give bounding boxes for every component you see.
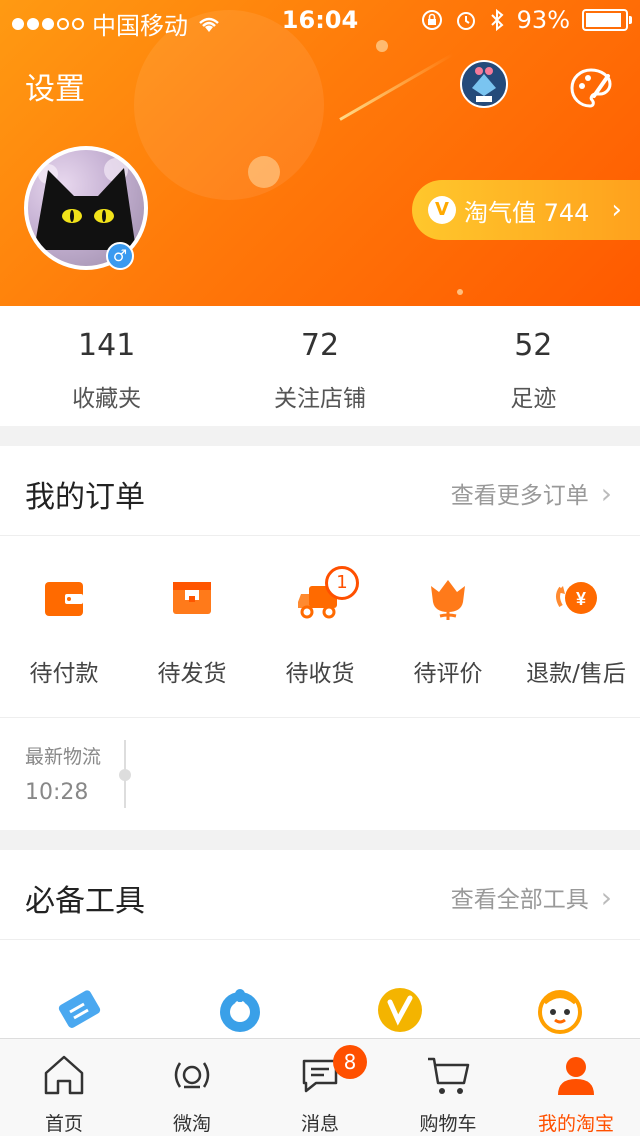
order-label: 待发货 (157, 661, 227, 687)
view-all-label: 查看全部工具 (450, 887, 589, 913)
taoqi-v-icon[interactable] (374, 984, 426, 1036)
view-more-label: 查看更多订单 (450, 483, 589, 509)
tab-label: 首页 (44, 1113, 83, 1135)
tab-my-taobao[interactable]: 我的淘宝 (512, 1039, 640, 1136)
tools-row (0, 940, 640, 1036)
profile-header: 中国移动 16:04 93% 设置 ♂ V 淘气值 744 › (0, 0, 640, 306)
status-bar: 中国移动 16:04 93% (0, 0, 640, 40)
taoqi-value-button[interactable]: V 淘气值 744 › (412, 180, 640, 240)
tab-bar: 首页 微淘 消息 购物车 我的淘宝 (0, 1038, 640, 1136)
view-more-orders-link[interactable]: 查看更多订单 › (451, 476, 612, 510)
decor-line (339, 53, 454, 121)
rotation-lock-icon (421, 10, 442, 30)
order-pending-shipment[interactable]: 待发货 (128, 536, 256, 717)
settings-button[interactable]: 设置 (25, 64, 85, 108)
tab-label: 我的淘宝 (537, 1113, 614, 1135)
tab-home[interactable]: 首页 (0, 1039, 128, 1136)
timeline-dot (119, 769, 131, 781)
stat-label: 足迹 (510, 386, 557, 412)
weitao-circle-icon[interactable] (214, 984, 266, 1036)
ticket-icon[interactable] (54, 984, 106, 1036)
orders-card: 我的订单 查看更多订单 › 待付款 待发货 待收货 待评价 ¥ 退款/售后 最新… (0, 446, 640, 830)
male-gender-icon: ♂ (106, 242, 134, 270)
tools-title: 必备工具 (25, 884, 145, 919)
person-icon (558, 1057, 594, 1095)
tools-card: 必备工具 查看全部工具 › (0, 850, 640, 1040)
bee-mascot-icon[interactable] (534, 984, 586, 1036)
skin-palette-icon[interactable] (568, 66, 614, 112)
order-label: 退款/售后 (526, 661, 626, 687)
mascot-icon[interactable] (460, 60, 508, 108)
view-all-tools-link[interactable]: 查看全部工具 › (451, 880, 612, 914)
latest-logistics[interactable]: 最新物流 10:28 (0, 718, 640, 830)
order-status-row: 待付款 待发货 待收货 待评价 ¥ 退款/售后 (0, 536, 640, 718)
tab-label: 微淘 (172, 1113, 211, 1135)
pending-receipt-badge: 1 (325, 566, 359, 600)
orders-header: 我的订单 查看更多订单 › (0, 446, 640, 536)
broadcast-icon (174, 1062, 210, 1089)
stat-count: 141 (78, 328, 136, 363)
order-pending-receipt[interactable]: 待收货 (256, 536, 384, 717)
stat-footprints[interactable]: 52 足迹 (427, 306, 640, 426)
stat-count: 72 (300, 328, 340, 363)
cart-icon (428, 1057, 470, 1094)
stat-followed-shops[interactable]: 72 关注店铺 (213, 306, 426, 426)
v-icon: V (428, 196, 456, 224)
orders-title: 我的订单 (25, 480, 145, 515)
tab-label: 消息 (300, 1113, 339, 1135)
chevron-right-icon: › (600, 880, 612, 914)
svg-text:¥: ¥ (576, 589, 586, 609)
order-pending-payment[interactable]: 待付款 (0, 536, 128, 717)
order-pending-review[interactable]: 待评价 (384, 536, 512, 717)
battery-icon (582, 9, 632, 31)
battery-percent: 93% (516, 6, 570, 34)
chevron-right-icon: › (600, 476, 612, 510)
tab-cart[interactable]: 购物车 (384, 1039, 512, 1136)
order-label: 待收货 (285, 661, 355, 687)
tab-weitao[interactable]: 微淘 (128, 1039, 256, 1136)
home-icon (44, 1055, 84, 1095)
flower-icon (431, 580, 465, 620)
decor-dot (376, 40, 388, 52)
decor-circle (248, 156, 280, 188)
stat-label: 关注店铺 (273, 386, 366, 412)
decor-dot (457, 289, 463, 295)
logistics-title: 最新物流 (25, 746, 102, 768)
refund-icon: ¥ (556, 582, 597, 614)
message-count-badge: 8 (333, 1045, 367, 1079)
wallet-icon (45, 582, 83, 616)
box-icon (173, 582, 211, 614)
tools-header: 必备工具 查看全部工具 › (0, 850, 640, 940)
order-refund[interactable]: ¥ 退款/售后 (512, 536, 640, 717)
stat-favorites[interactable]: 141 收藏夹 (0, 306, 213, 426)
taoqi-label: 淘气值 744 (464, 198, 590, 227)
order-label: 待付款 (29, 661, 99, 687)
stat-label: 收藏夹 (72, 386, 142, 412)
stat-count: 52 (514, 328, 553, 363)
alarm-icon (456, 12, 475, 30)
chevron-right-icon: › (611, 195, 622, 225)
bluetooth-icon (490, 8, 504, 32)
order-label: 待评价 (413, 661, 483, 687)
logistics-time: 10:28 (25, 780, 89, 805)
stats-bar: 141 收藏夹 72 关注店铺 52 足迹 (0, 306, 640, 426)
tab-label: 购物车 (419, 1113, 477, 1135)
